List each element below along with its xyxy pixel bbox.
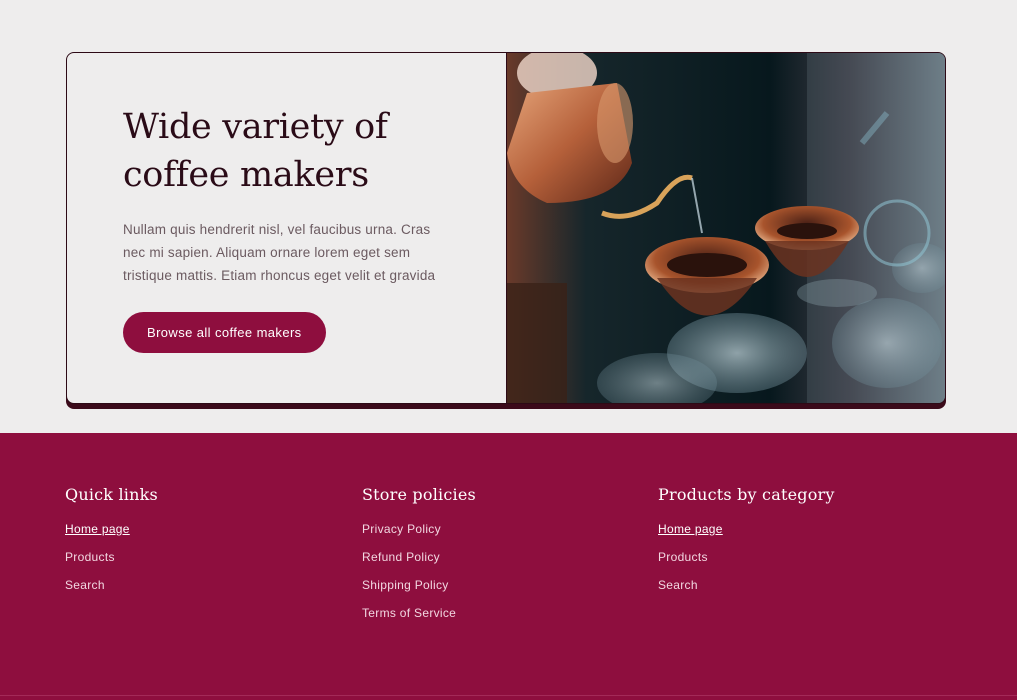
footer-column-quick-links: Quick links Home page Products Search [65,485,158,605]
browse-coffee-makers-button[interactable]: Browse all coffee makers [123,312,326,353]
footer-column-products-by-category: Products by category Home page Products … [658,485,835,605]
footer-link-refund-policy[interactable]: Refund Policy [362,550,440,564]
pour-over-illustration [506,53,945,403]
footer-link-category-home-page[interactable]: Home page [658,522,723,536]
footer-heading-products-by-category: Products by category [658,485,835,504]
hero-description: Nullam quis hendrerit nisl, vel faucibus… [123,222,436,283]
footer-link-shipping-policy[interactable]: Shipping Policy [362,578,449,592]
footer-link-privacy-policy[interactable]: Privacy Policy [362,522,441,536]
footer-heading-store-policies: Store policies [362,485,476,504]
hero-title: Wide variety of coffee makers [123,107,388,195]
footer-heading-quick-links: Quick links [65,485,158,504]
footer-divider [0,695,1017,696]
hero-image [506,53,945,403]
footer-link-search[interactable]: Search [65,578,105,592]
site-footer: Quick links Home page Products Search St… [0,433,1017,700]
hero-card-wrapper: Wide variety of coffee makers Nullam qui… [66,52,946,409]
footer-link-terms-of-service[interactable]: Terms of Service [362,606,456,620]
footer-link-home-page[interactable]: Home page [65,522,130,536]
footer-link-category-search[interactable]: Search [658,578,698,592]
footer-link-category-products[interactable]: Products [658,550,708,564]
hero-card: Wide variety of coffee makers Nullam qui… [66,52,946,404]
footer-link-products[interactable]: Products [65,550,115,564]
footer-column-store-policies: Store policies Privacy Policy Refund Pol… [362,485,476,633]
hero-text-panel: Wide variety of coffee makers Nullam qui… [67,53,507,403]
